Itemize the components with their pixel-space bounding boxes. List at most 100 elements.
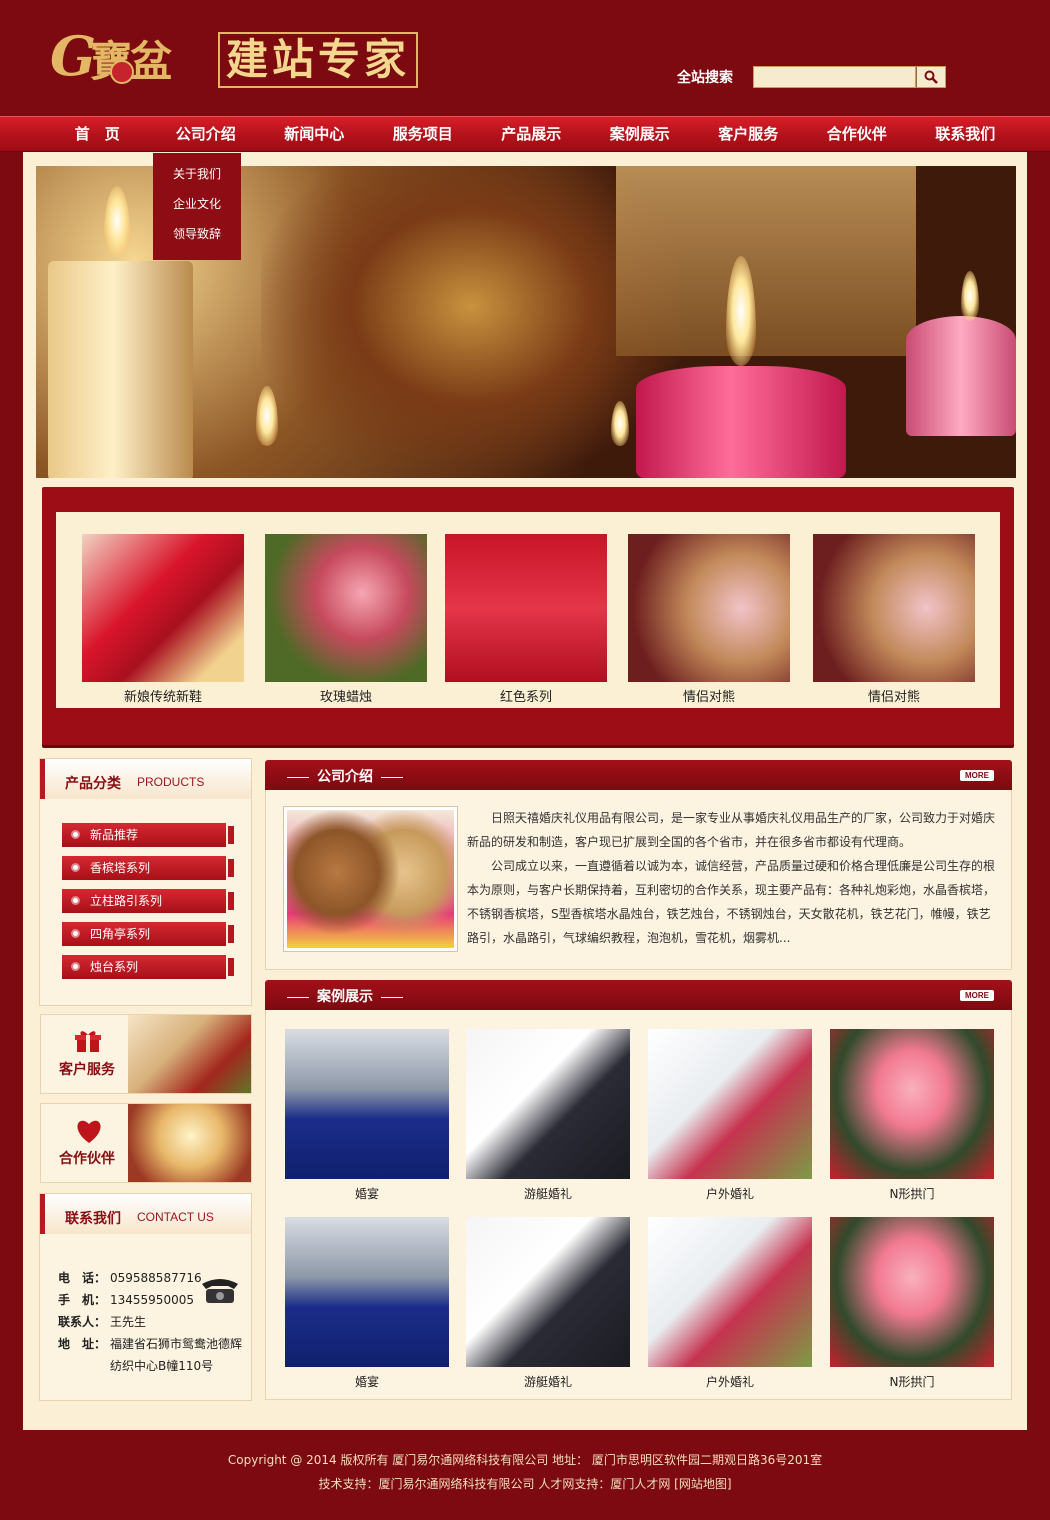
product-image	[82, 534, 244, 682]
dropdown-item-about-us[interactable]: 关于我们	[153, 159, 241, 189]
case-caption: N形拱门	[889, 1187, 935, 1201]
category-label: 四角亭系列	[90, 927, 151, 941]
about-more-button[interactable]: MORE	[960, 770, 994, 781]
logo-text: 建站专家	[226, 35, 411, 84]
search-input[interactable]	[753, 66, 916, 88]
mobile-label: 手 机：	[58, 1293, 107, 1307]
logo-seal-icon	[110, 60, 134, 84]
bullet-icon	[71, 830, 80, 839]
products-title-cn: 产品分类	[65, 776, 121, 792]
case-caption: N形拱门	[889, 1375, 935, 1389]
case-caption: 户外婚礼	[705, 1375, 754, 1389]
showcase-caption: 情侣对熊	[867, 690, 920, 705]
contact-title-en: CONTACT US	[137, 1210, 214, 1224]
case-item[interactable]: 婚宴	[285, 1217, 449, 1390]
case-image	[466, 1029, 630, 1179]
phone-value: 059588587716	[110, 1271, 202, 1285]
partners-link[interactable]: 合作伙伴	[40, 1103, 252, 1183]
contact-title: 联系我们 CONTACT US	[40, 1194, 251, 1234]
about-paragraph: 公司成立以来，一直遵循着以诚为本，诚信经营，产品质量过硬和价格合理低廉是公司生存…	[467, 859, 996, 945]
product-image	[813, 534, 975, 682]
product-image	[445, 534, 607, 682]
about-dropdown-menu: 关于我们 企业文化 领导致辞	[153, 153, 241, 260]
showcase-caption: 红色系列	[499, 690, 552, 705]
category-label: 立柱路引系列	[90, 894, 163, 908]
case-item[interactable]: 游艇婚礼	[466, 1217, 630, 1390]
footer-copyright: Copyright @ 2014 版权所有 厦门易尔通网络科技有限公司 地址： …	[227, 1453, 823, 1467]
product-showcase: 新娘传统新鞋 玫瑰蜡烛 红色系列 情侣对熊 情侣对熊	[42, 487, 1014, 745]
showcase-item[interactable]: 情侣对熊	[813, 534, 975, 705]
search-button[interactable]	[916, 66, 946, 88]
nav-item-contact[interactable]: 联系我们	[911, 117, 1020, 151]
dropdown-item-leader-speech[interactable]: 领导致辞	[153, 219, 241, 249]
case-item[interactable]: 游艇婚礼	[466, 1029, 630, 1202]
site-footer: Copyright @ 2014 版权所有 厦门易尔通网络科技有限公司 地址： …	[0, 1448, 1050, 1496]
showcase-item[interactable]: 情侣对熊	[628, 534, 790, 705]
heart-icon	[77, 1120, 101, 1143]
person-value: 王先生	[110, 1315, 147, 1329]
flame-image	[104, 186, 130, 256]
category-item[interactable]: 香槟塔系列	[62, 856, 234, 880]
dropdown-item-culture[interactable]: 企业文化	[153, 189, 241, 219]
showcase-item[interactable]: 红色系列	[445, 534, 607, 705]
flame-image	[961, 271, 979, 321]
products-title: 产品分类 PRODUCTS	[40, 759, 251, 799]
bullet-icon	[71, 863, 80, 872]
telephone-icon	[202, 1279, 238, 1303]
gift-icon	[75, 1031, 101, 1052]
site-header: G 寶盆 建站专家 全站搜索	[0, 0, 1050, 116]
case-image	[648, 1217, 812, 1367]
nav-item-services[interactable]: 服务项目	[369, 117, 478, 151]
partners-label: 合作伙伴	[59, 1151, 115, 1167]
contact-title-cn: 联系我们	[65, 1211, 121, 1227]
pink-candle-image	[636, 366, 846, 478]
customer-service-link[interactable]: 客户服务	[40, 1014, 252, 1094]
case-image	[830, 1217, 994, 1367]
case-caption: 游艇婚礼	[523, 1187, 572, 1201]
case-caption: 婚宴	[354, 1375, 379, 1389]
nav-item-customer-service[interactable]: 客户服务	[694, 117, 803, 151]
case-item[interactable]: 婚宴	[285, 1029, 449, 1202]
mobile-value: 13455950005	[110, 1293, 194, 1307]
products-box: 产品分类 PRODUCTS 新品推荐 香槟塔系列 立柱路引系列 四角亭系列 烛台…	[39, 758, 252, 1006]
contact-box: 联系我们 CONTACT US 电 话： 059588587716 手 机： 134…	[39, 1193, 252, 1401]
case-caption: 游艇婚礼	[523, 1375, 572, 1389]
about-text: 日照天禧婚庆礼仪用品有限公司，是一家专业从事婚庆礼仪用品生产的厂家，公司致力于对…	[467, 806, 999, 950]
teddy-bears-image	[287, 810, 454, 948]
product-image	[265, 534, 427, 682]
nav-item-cases[interactable]: 案例展示	[586, 117, 695, 151]
category-label: 烛台系列	[90, 960, 139, 974]
site-logo[interactable]: G 寶盆 建站专家	[50, 22, 440, 92]
case-item[interactable]: N形拱门	[830, 1029, 994, 1202]
bullet-icon	[71, 896, 80, 905]
product-image	[628, 534, 790, 682]
showcase-caption: 情侣对熊	[682, 690, 735, 705]
nav-item-products[interactable]: 产品展示	[477, 117, 586, 151]
showcase-item[interactable]: 新娘传统新鞋	[82, 534, 244, 705]
case-item[interactable]: N形拱门	[830, 1217, 994, 1390]
category-item[interactable]: 四角亭系列	[62, 922, 234, 946]
address-value: 福建省石狮市鸳鸯池德辉	[110, 1337, 243, 1351]
candle-image	[906, 316, 1016, 436]
nav-item-news[interactable]: 新闻中心	[260, 117, 369, 151]
cases-title: 案例展示	[279, 986, 411, 1006]
nav-item-home[interactable]: 首 页	[43, 117, 152, 151]
category-label: 香槟塔系列	[90, 861, 151, 875]
category-item[interactable]: 新品推荐	[62, 823, 234, 847]
case-caption: 婚宴	[354, 1187, 379, 1201]
contact-person: 联系人： 王先生	[58, 1311, 146, 1333]
case-item[interactable]: 户外婚礼	[648, 1029, 812, 1202]
products-title-en: PRODUCTS	[137, 775, 205, 789]
nav-item-about[interactable]: 公司介绍	[152, 117, 261, 151]
contact-address: 地 址： 福建省石狮市鸳鸯池德辉	[58, 1333, 242, 1355]
partners-image	[128, 1104, 251, 1182]
category-item[interactable]: 烛台系列	[62, 955, 234, 979]
nav-item-partners[interactable]: 合作伙伴	[803, 117, 912, 151]
category-item[interactable]: 立柱路引系列	[62, 889, 234, 913]
case-item[interactable]: 户外婚礼	[648, 1217, 812, 1390]
footer-support: 技术支持：厦门易尔通网络科技有限公司 人才网支持：厦门人才网 [网站地图]	[318, 1477, 732, 1491]
showcase-caption: 玫瑰蜡烛	[319, 690, 372, 705]
cases-more-button[interactable]: MORE	[960, 990, 994, 1001]
bullet-icon	[71, 929, 80, 938]
showcase-item[interactable]: 玫瑰蜡烛	[265, 534, 427, 705]
